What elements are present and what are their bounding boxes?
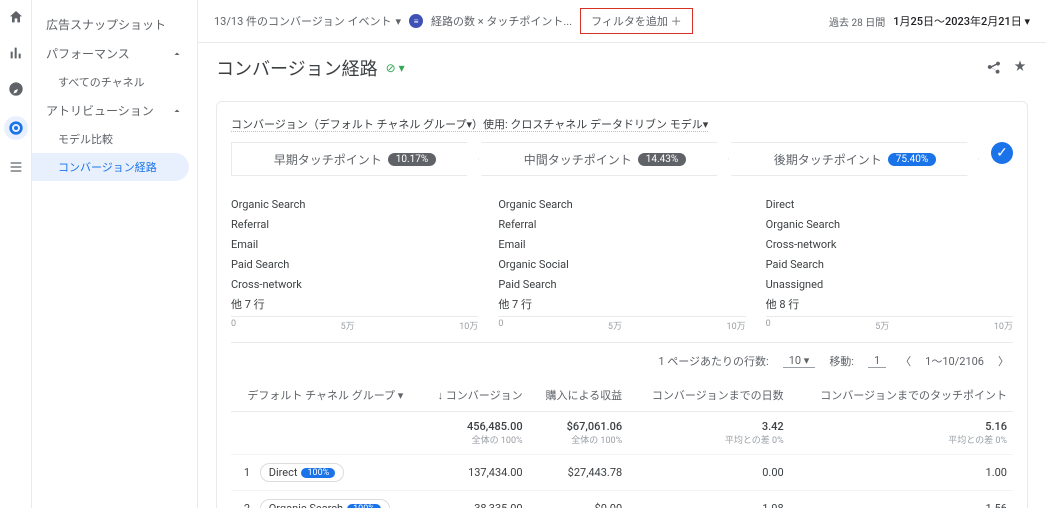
tab-late-touchpoint[interactable]: 後期タッチポイント75.40%	[731, 142, 979, 176]
path-metric-selector[interactable]: 経路の数 × タッチポイント...	[431, 13, 572, 29]
table-row: 1 Direct 100%137,434.00$27,443.780.001.0…	[231, 455, 1013, 491]
chevron-up-icon	[171, 48, 183, 60]
status-check-icon[interactable]: ⊘ ▾	[386, 61, 405, 75]
page-range: 1～10/2106	[925, 353, 984, 369]
topbar: 13/13 件のコンバージョン イベント ▾ ≡ 経路の数 × タッチポイント.…	[198, 0, 1046, 43]
conversion-events-selector[interactable]: 13/13 件のコンバージョン イベント ▾	[214, 13, 401, 29]
col-group[interactable]: デフォルト チャネル グループ ▾	[231, 379, 420, 412]
explore-icon[interactable]	[7, 80, 25, 98]
chart-0: Organic SearchReferralEmailPaid SearchCr…	[231, 194, 478, 332]
chart-bar: Email	[231, 234, 478, 254]
chart-bar: Direct	[766, 194, 1013, 214]
date-range-prefix: 過去 28 日間	[829, 14, 885, 29]
chart-bar: Organic Search	[231, 194, 478, 214]
chart-bar: Paid Search	[498, 274, 745, 294]
chart-bar: Organic Search	[498, 194, 745, 214]
chart-more[interactable]: 他 8 行	[766, 294, 1013, 312]
goto-label: 移動:	[829, 353, 854, 369]
paths-table: デフォルト チャネル グループ ▾ ↓ コンバージョン 購入による収益 コンバー…	[231, 379, 1013, 508]
advertising-icon[interactable]	[4, 116, 28, 140]
page-title: コンバージョン経路	[216, 55, 378, 81]
chart-bar: Referral	[498, 214, 745, 234]
chart-bar: Cross-network	[766, 234, 1013, 254]
chart-bar: Organic Social	[498, 254, 745, 274]
path-tabs: 早期タッチポイント10.17% 中間タッチポイント14.43% 後期タッチポイン…	[231, 142, 1013, 176]
sidebar-snapshot[interactable]: 広告スナップショット	[32, 10, 197, 39]
sidebar: 広告スナップショット パフォーマンス すべてのチャネル アトリビューション モデ…	[32, 0, 198, 508]
col-revenue[interactable]: 購入による収益	[529, 379, 629, 412]
channel-pill[interactable]: Direct 100%	[260, 463, 345, 482]
chart-bar: Referral	[231, 214, 478, 234]
chart-xaxis: 05万10万	[231, 316, 478, 332]
goto-input[interactable]: 1	[868, 354, 886, 368]
tab-mid-touchpoint[interactable]: 中間タッチポイント14.43%	[481, 142, 729, 176]
sidebar-conversion-paths[interactable]: コンバージョン経路	[32, 153, 189, 181]
reports-icon[interactable]	[7, 44, 25, 62]
add-filter-button[interactable]: フィルタを追加 ＋	[580, 8, 693, 34]
home-icon[interactable]	[7, 8, 25, 26]
insights-icon[interactable]	[1012, 59, 1028, 78]
col-conversions[interactable]: ↓ コンバージョン	[420, 379, 529, 412]
check-icon[interactable]: ✓	[991, 142, 1013, 164]
chart-bar: Paid Search	[231, 254, 478, 274]
main: 13/13 件のコンバージョン イベント ▾ ≡ 経路の数 × タッチポイント.…	[198, 0, 1046, 508]
table-row: 2 Organic Search 100%38,335.00$0.001.981…	[231, 491, 1013, 508]
prev-page-button[interactable]: 〈	[900, 353, 911, 369]
table-summary-row: 456,485.00全体の 100%$67,061.06全体の 100%3.42…	[231, 412, 1013, 455]
next-page-button[interactable]: 〉	[998, 353, 1009, 369]
conversion-config[interactable]: コンバージョン（デフォルト チャネル グループ▾）使用: クロスチャネル データ…	[231, 118, 708, 132]
chart-xaxis: 05万10万	[498, 316, 745, 332]
conversion-card: コンバージョン（デフォルト チャネル グループ▾）使用: クロスチャネル データ…	[216, 101, 1028, 508]
sidebar-attribution[interactable]: アトリビューション	[32, 96, 197, 125]
chart-bar: Unassigned	[766, 274, 1013, 294]
sidebar-model-compare[interactable]: モデル比較	[32, 125, 197, 153]
col-days[interactable]: コンバージョンまでの日数	[628, 379, 790, 412]
charts: Organic SearchReferralEmailPaid SearchCr…	[231, 194, 1013, 332]
date-range-picker[interactable]: 1月25日～2023年2月21日 ▾	[893, 13, 1030, 29]
chart-bar: Email	[498, 234, 745, 254]
chart-1: Organic SearchReferralEmailOrganic Socia…	[498, 194, 745, 332]
rows-per-page-select[interactable]: 10 ▾	[783, 354, 816, 368]
channel-pill[interactable]: Organic Search 100%	[260, 499, 390, 508]
chart-2: DirectOrganic SearchCross-networkPaid Se…	[766, 194, 1013, 332]
chart-bar: Paid Search	[766, 254, 1013, 274]
configure-icon[interactable]	[7, 158, 25, 176]
chart-bar: Cross-network	[231, 274, 478, 294]
col-touchpoints[interactable]: コンバージョンまでのタッチポイント	[790, 379, 1013, 412]
metric-dot-icon: ≡	[409, 14, 423, 28]
left-rail	[0, 0, 32, 508]
pager: 1 ページあたりの行数: 10 ▾ 移動: 1 〈 1～10/2106 〉	[231, 342, 1013, 379]
chart-xaxis: 05万10万	[766, 316, 1013, 332]
rows-per-page-label: 1 ページあたりの行数:	[658, 353, 768, 369]
chart-more[interactable]: 他 7 行	[498, 294, 745, 312]
share-icon[interactable]	[986, 59, 1002, 78]
sidebar-all-channels[interactable]: すべてのチャネル	[32, 68, 197, 96]
chart-bar: Organic Search	[766, 214, 1013, 234]
sidebar-performance[interactable]: パフォーマンス	[32, 39, 197, 68]
chart-more[interactable]: 他 7 行	[231, 294, 478, 312]
chevron-up-icon	[171, 105, 183, 117]
tab-early-touchpoint[interactable]: 早期タッチポイント10.17%	[231, 142, 479, 176]
